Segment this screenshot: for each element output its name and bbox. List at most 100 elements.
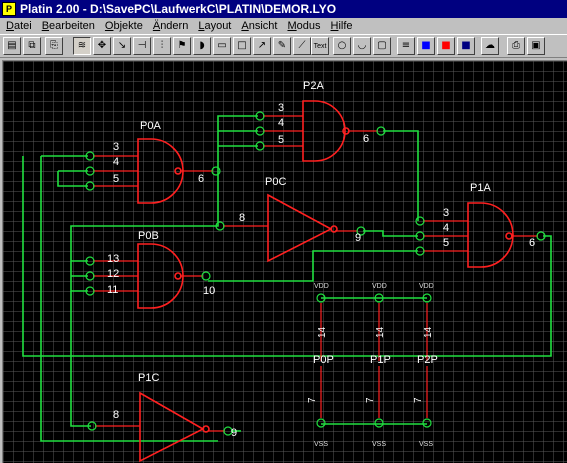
app-icon: P — [2, 2, 16, 16]
pin-label: 7 — [413, 397, 424, 403]
toolbar: ▤ ⧉ ⎘ ≋ ✥ ↘ ⊣ ⫶ ⚑ ◗ ▭ □ ↗ ✎ ⟋ Text ○ ◡ ▢ ≡ ■ ■ ■ ☁ ⎙ ▣ — [0, 34, 567, 58]
cloud-icon: ☁ — [485, 40, 495, 51]
pin-label: 8 — [239, 212, 245, 224]
fill-navy-icon: ■ — [461, 40, 471, 51]
pencil-button[interactable]: ✎ — [273, 37, 291, 55]
pin-label: 4 — [278, 117, 284, 129]
schematic-canvas[interactable]: P0A P2A P0C P0B P1A P1C P0P P1P P2P 3 4 … — [2, 60, 567, 463]
cloud-button[interactable]: ☁ — [481, 37, 499, 55]
stack-button[interactable]: ≋ — [73, 37, 91, 55]
square-button[interactable]: □ — [233, 37, 251, 55]
printer-button[interactable]: ⎙ — [507, 37, 525, 55]
pin-label: 6 — [198, 173, 204, 185]
monitor-icon: ▣ — [531, 40, 541, 51]
label-p1p: P1P — [370, 354, 391, 366]
pin-label: 6 — [363, 133, 369, 145]
gate-outline-icon: ◗ — [199, 40, 205, 51]
pin-label: 12 — [107, 268, 119, 280]
pencil-icon: ✎ — [277, 40, 287, 51]
vdd-label: VDD — [372, 283, 387, 290]
pin-label: 3 — [443, 207, 449, 219]
grid — [3, 61, 567, 463]
move-icon: ✥ — [97, 40, 107, 51]
lines-button[interactable]: ≡ — [397, 37, 415, 55]
menu-objekte[interactable]: Objekte — [99, 20, 147, 32]
square-icon: □ — [237, 40, 247, 51]
paste-icon: ⎘ — [50, 40, 58, 51]
pin-label: 3 — [113, 141, 119, 153]
pin-label: 7 — [307, 397, 318, 403]
lines-icon: ≡ — [401, 40, 411, 51]
fill-red-button[interactable]: ■ — [437, 37, 455, 55]
pin-label: 8 — [113, 409, 119, 421]
pin-label: 9 — [231, 427, 237, 439]
arc-button[interactable]: ◡ — [353, 37, 371, 55]
wire-icon: ⟋ — [298, 40, 306, 51]
vss-label: VSS — [372, 441, 386, 448]
window-title: Platin 2.00 - D:\SavePC\LaufwerkC\PLATIN… — [20, 2, 337, 16]
bus-button[interactable]: ▭ — [213, 37, 231, 55]
vss-label: VSS — [314, 441, 328, 448]
text-tool-label: Text — [313, 42, 327, 50]
text-tool-button[interactable]: Text — [311, 37, 329, 55]
flag-button[interactable]: ⚑ — [173, 37, 191, 55]
pin-label: 11 — [107, 284, 118, 296]
rectangle-icon: ▢ — [377, 40, 387, 51]
fill-navy-button[interactable]: ■ — [457, 37, 475, 55]
new-page-icon: ▤ — [7, 40, 17, 51]
menu-ansicht[interactable]: Ansicht — [235, 20, 281, 32]
arrow-diagonal-button[interactable]: ↘ — [113, 37, 131, 55]
menu-datei[interactable]: Datei — [0, 20, 36, 32]
pin-button[interactable]: ⊣ — [133, 37, 151, 55]
printer-icon: ⎙ — [512, 40, 520, 51]
vertical-pins-button[interactable]: ⫶ — [153, 37, 171, 55]
copy-icon: ⧉ — [28, 40, 36, 51]
arc-icon: ◡ — [357, 40, 367, 51]
menu-aendern[interactable]: Ändern — [147, 20, 192, 32]
pin-label: 4 — [443, 222, 449, 234]
pin-label: 14 — [375, 326, 386, 338]
pin-label: 5 — [113, 173, 119, 185]
fill-blue-button[interactable]: ■ — [417, 37, 435, 55]
circle-button[interactable]: ○ — [333, 37, 351, 55]
new-page-button[interactable]: ▤ — [3, 37, 21, 55]
pin-label: 10 — [203, 285, 215, 297]
label-p2p: P2P — [417, 354, 438, 366]
menu-layout[interactable]: Layout — [192, 20, 235, 32]
pin-label: 9 — [355, 232, 361, 244]
monitor-button[interactable]: ▣ — [527, 37, 545, 55]
rectangle-button[interactable]: ▢ — [373, 37, 391, 55]
label-p2a: P2A — [303, 80, 324, 92]
pin-label: 6 — [529, 237, 535, 249]
wire-button[interactable]: ⟋ — [293, 37, 311, 55]
vdd-label: VDD — [419, 283, 434, 290]
pin-label: 4 — [113, 156, 119, 168]
flag-icon: ⚑ — [177, 40, 187, 51]
label-p0p: P0P — [313, 354, 334, 366]
stack-icon: ≋ — [77, 40, 87, 51]
vertical-pins-icon: ⫶ — [160, 40, 164, 51]
vdd-label: VDD — [314, 283, 329, 290]
title-bar: P Platin 2.00 - D:\SavePC\LaufwerkC\PLAT… — [0, 0, 567, 18]
schematic-svg[interactable]: P0A P2A P0C P0B P1A P1C P0P P1P P2P 3 4 … — [3, 61, 567, 463]
label-p1c: P1C — [138, 372, 159, 384]
arrow-diagonal-icon: ↘ — [117, 40, 127, 51]
label-p1a: P1A — [470, 182, 491, 194]
menu-modus[interactable]: Modus — [281, 20, 324, 32]
circle-icon: ○ — [337, 40, 347, 51]
menu-bearbeiten[interactable]: Bearbeiten — [36, 20, 99, 32]
pin-label: 7 — [365, 397, 376, 403]
pin-label: 13 — [107, 253, 119, 265]
gate-outline-button[interactable]: ◗ — [193, 37, 211, 55]
pin-label: 14 — [317, 326, 328, 338]
vss-label: VSS — [419, 441, 433, 448]
copy-button[interactable]: ⧉ — [23, 37, 41, 55]
pin-icon: ⊣ — [137, 40, 147, 51]
paste-button[interactable]: ⎘ — [45, 37, 63, 55]
label-p0b: P0B — [138, 230, 159, 242]
menu-hilfe[interactable]: Hilfe — [325, 20, 357, 32]
pin-label: 5 — [278, 134, 284, 146]
line-arrow-button[interactable]: ↗ — [253, 37, 271, 55]
pin-label: 5 — [443, 237, 449, 249]
move-button[interactable]: ✥ — [93, 37, 111, 55]
